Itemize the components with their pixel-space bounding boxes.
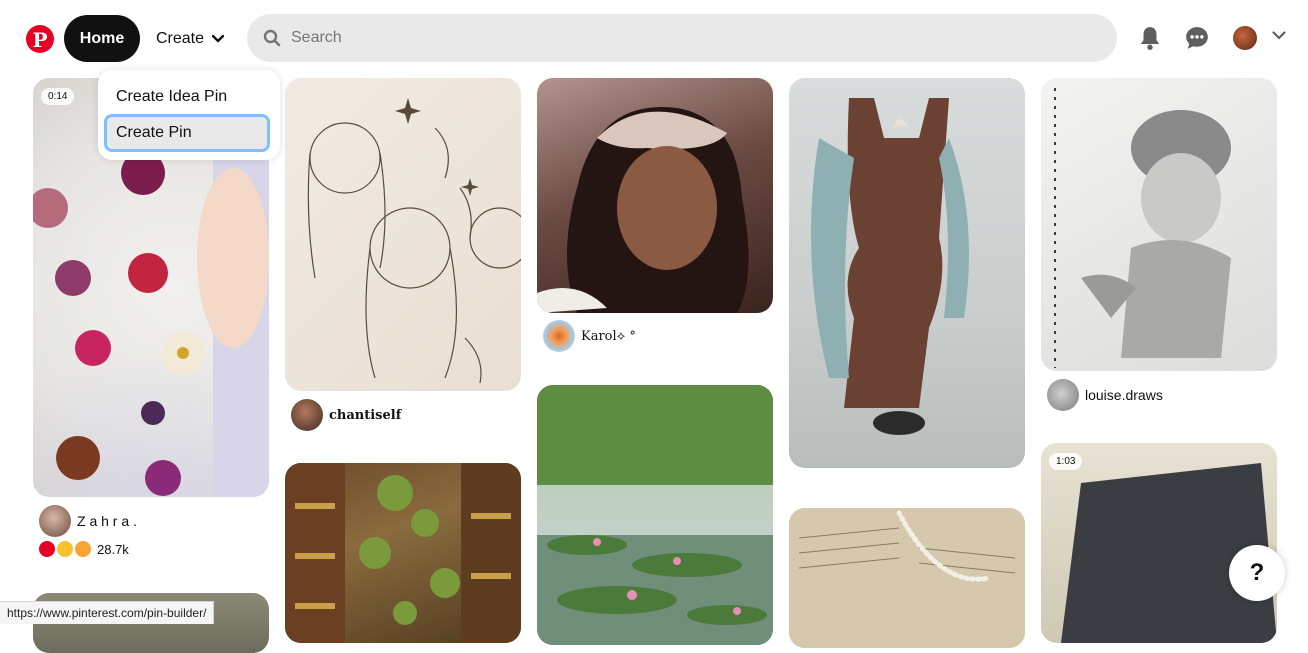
author-name: Karol⟡ °	[581, 328, 636, 344]
pin-author[interactable]: chantiself	[291, 399, 401, 431]
wow-reaction-icon	[75, 541, 91, 557]
heart-reaction-icon	[39, 541, 55, 557]
pin-image	[1061, 463, 1277, 643]
bell-icon[interactable]	[1137, 25, 1163, 51]
laugh-reaction-icon	[57, 541, 73, 557]
pin-sketchbook-girl[interactable]	[1041, 78, 1277, 371]
author-name: louise.draws	[1085, 387, 1163, 403]
logo-letter: P	[32, 27, 48, 52]
author-avatar	[291, 399, 323, 431]
create-pin-option[interactable]: Create Pin	[104, 114, 270, 152]
pin-image	[789, 508, 1025, 648]
pinterest-logo[interactable]: P	[26, 25, 54, 53]
author-avatar	[1047, 379, 1079, 411]
video-duration-badge: 0:14	[41, 88, 75, 105]
pin-notebook[interactable]: 1:03	[1041, 443, 1277, 643]
create-idea-pin-option[interactable]: Create Idea Pin	[104, 78, 270, 116]
account-avatar[interactable]	[1233, 26, 1257, 50]
help-button[interactable]: ?	[1229, 545, 1285, 601]
pin-image	[811, 98, 969, 435]
create-dropdown-menu: Create Idea Pin Create Pin	[98, 70, 280, 160]
pin-image	[537, 107, 749, 313]
home-button[interactable]: Home	[64, 15, 140, 62]
reaction-count: 28.7k	[97, 541, 129, 557]
create-label: Create	[156, 29, 205, 47]
search-icon	[263, 29, 281, 47]
pin-author[interactable]: louise.draws	[1047, 379, 1163, 411]
chevron-down-icon	[211, 30, 225, 48]
pin-brown-jumpsuit[interactable]	[789, 78, 1025, 468]
pin-image	[307, 98, 521, 384]
account-chevron-down-icon[interactable]	[1272, 31, 1286, 41]
author-name: chantiself	[329, 407, 402, 423]
pin-portrait-headscarf[interactable]	[537, 78, 773, 313]
browser-status-url: https://www.pinterest.com/pin-builder/	[0, 601, 215, 624]
pin-image	[537, 385, 773, 645]
pin-open-book-pearls[interactable]	[789, 508, 1025, 648]
video-duration-badge: 1:03	[1049, 453, 1083, 470]
chat-icon[interactable]	[1184, 25, 1210, 51]
pin-water-lily-pond[interactable]	[537, 385, 773, 645]
pin-author[interactable]: Karol⟡ °	[543, 320, 636, 352]
top-nav: P Home Create	[0, 0, 1308, 78]
author-avatar	[39, 505, 71, 537]
pin-author[interactable]: Z a h r a .	[39, 505, 137, 537]
pin-sketch-girls[interactable]	[285, 78, 521, 391]
pin-reactions: 28.7k	[39, 541, 129, 557]
pin-image	[285, 463, 521, 643]
author-avatar	[543, 320, 575, 352]
pin-bookstore-plants[interactable]	[285, 463, 521, 643]
search-bar[interactable]	[247, 14, 1117, 62]
search-input[interactable]	[289, 28, 1073, 48]
create-button[interactable]: Create	[156, 15, 225, 62]
author-name: Z a h r a .	[77, 513, 137, 529]
pin-image	[1054, 88, 1231, 368]
